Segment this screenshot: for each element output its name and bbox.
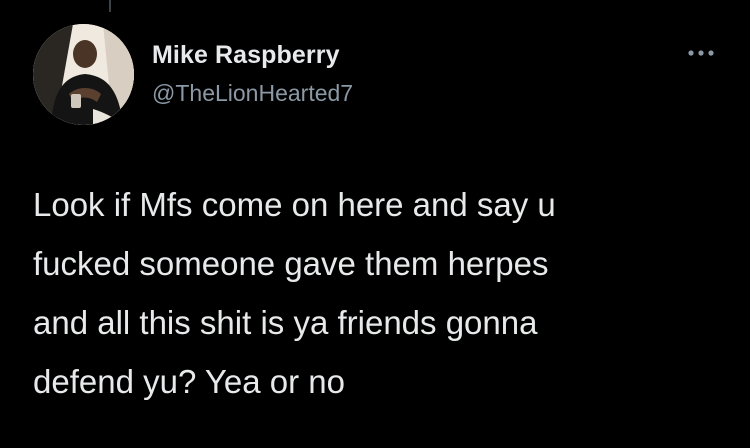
author-handle[interactable]: @TheLionHearted7: [152, 80, 353, 107]
author-display-name[interactable]: Mike Raspberry: [152, 41, 340, 70]
tweet-text-line: Look if Mfs come on here and say u: [33, 186, 556, 223]
tweet-text-line: and all this shit is ya friends gonna: [33, 304, 538, 341]
tweet-text: Look if Mfs come on here and say u fucke…: [33, 175, 723, 411]
thread-connector-line: [109, 0, 111, 12]
tweet-text-line: fucked someone gave them herpes: [33, 245, 549, 282]
tweet-text-line: defend yu? Yea or no: [33, 363, 345, 400]
more-options-button[interactable]: [684, 38, 718, 68]
avatar[interactable]: [33, 24, 134, 125]
profile-photo-icon: [33, 24, 134, 125]
ellipsis-icon: [688, 50, 714, 56]
